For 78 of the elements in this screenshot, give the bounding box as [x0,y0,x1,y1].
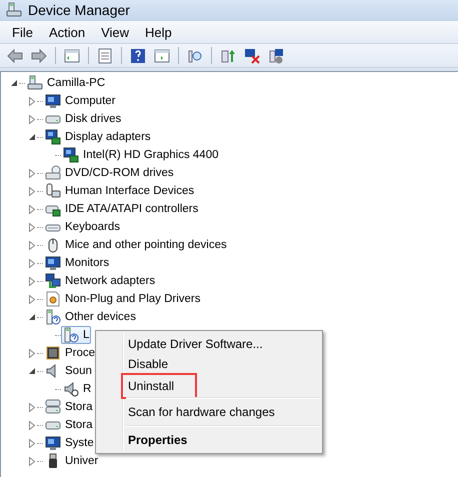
monitor-icon [45,435,61,451]
disable-icon[interactable] [268,48,284,64]
tree-item[interactable]: Other devices [65,311,136,323]
menu-item[interactable]: Help [137,22,180,42]
back-arrow-icon[interactable] [7,48,23,64]
tree-item[interactable]: Proce [65,347,96,359]
tree-item[interactable]: Human Interface Devices [65,185,194,197]
tree-item[interactable]: Keyboards [65,221,120,233]
display-adapter-icon [45,129,61,145]
tree-item[interactable]: R [83,383,92,395]
properties-icon[interactable] [97,48,113,64]
disc-drive-icon [45,165,61,181]
expand-arrow-icon[interactable] [29,420,35,430]
help-icon[interactable] [130,48,146,64]
expand-arrow-icon[interactable] [29,438,35,448]
window-pane-icon[interactable] [154,48,170,64]
collapse-arrow-icon[interactable] [29,134,35,140]
expand-arrow-icon[interactable] [29,240,35,250]
scan-icon[interactable] [187,48,203,64]
expand-arrow-icon[interactable] [29,186,35,196]
menu-item[interactable]: Uninstall [128,379,174,393]
tree-item[interactable]: Soun [65,365,92,377]
expand-arrow-icon[interactable] [29,456,35,466]
expand-arrow-icon[interactable] [29,96,35,106]
menu-item[interactable]: Action [40,22,94,42]
menu-item[interactable]: Disable [128,357,168,371]
update-driver-icon[interactable] [220,48,236,64]
uninstall-icon[interactable] [244,48,260,64]
menu-item[interactable]: Update Driver Software... [128,337,263,351]
window-pane-icon[interactable] [64,48,80,64]
tree-item[interactable]: Disk drives [65,113,122,125]
tree-item[interactable]: Mice and other pointing devices [65,239,227,251]
computer-icon [6,2,22,18]
menu-item[interactable]: Properties [128,433,188,447]
tree-item[interactable]: Computer [65,95,116,107]
window-title: Device Manager [28,2,130,18]
tree-item[interactable]: L [83,329,90,341]
monitor-icon [45,93,61,109]
expand-arrow-icon[interactable] [29,168,35,178]
collapse-arrow-icon[interactable] [29,368,35,374]
tree-item[interactable]: Non-Plug and Play Drivers [65,293,201,305]
unknown-device-icon [45,309,61,325]
storage-icon [45,399,61,415]
tree-item[interactable]: Stora [65,419,92,431]
collapse-arrow-icon[interactable] [11,80,17,86]
expand-arrow-icon[interactable] [29,294,35,304]
expand-arrow-icon[interactable] [29,222,35,232]
expand-arrow-icon[interactable] [29,402,35,412]
expand-arrow-icon[interactable] [29,348,35,358]
unknown-device-icon [63,327,79,343]
display-adapter-icon [63,147,79,163]
computer-icon [27,75,43,91]
collapse-arrow-icon[interactable] [29,314,35,320]
tree-item[interactable]: Intel(R) HD Graphics 4400 [83,149,218,161]
expand-arrow-icon[interactable] [29,258,35,268]
input-device-icon [45,183,61,199]
expand-arrow-icon[interactable] [29,204,35,214]
selected-item-highlight[interactable]: L [61,326,92,344]
processor-icon [45,345,61,361]
forward-arrow-icon[interactable] [31,48,47,64]
tree-item[interactable]: Network adapters [65,275,156,287]
expand-arrow-icon[interactable] [29,114,35,124]
network-icon [45,273,61,289]
menu-item[interactable]: File [4,22,41,42]
speaker-icon [63,381,79,397]
tree-item[interactable]: Display adapters [65,131,151,143]
monitor-icon [45,255,61,271]
tree-item[interactable]: IDE ATA/ATAPI controllers [65,203,198,215]
tree-item[interactable]: Univer [65,455,98,467]
tree-item[interactable]: Stora [65,401,92,413]
tree-item[interactable]: DVD/CD-ROM drives [65,167,174,179]
menu-item[interactable]: Scan for hardware changes [128,405,275,419]
menu-item[interactable]: View [93,22,138,42]
expand-arrow-icon[interactable] [29,276,35,286]
gear-document-icon [45,291,61,307]
tree-item[interactable]: Camilla-PC [47,77,106,89]
tree-item[interactable]: Syste [65,437,94,449]
tree-item[interactable]: Monitors [65,257,110,269]
